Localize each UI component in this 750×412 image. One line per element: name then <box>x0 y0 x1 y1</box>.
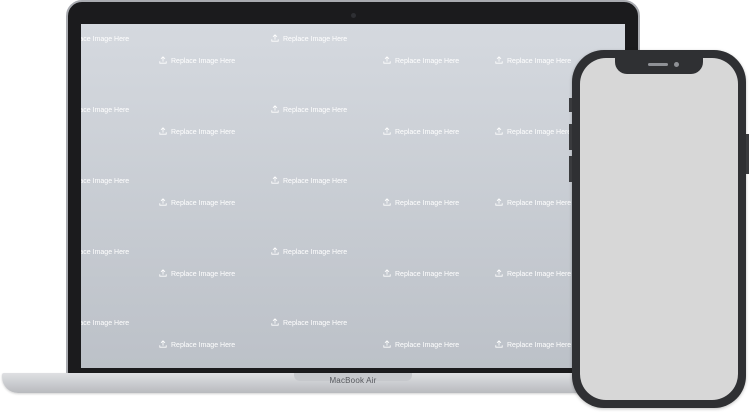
upload-icon <box>495 198 503 208</box>
upload-icon <box>159 340 167 350</box>
replace-image-placeholder: Replace Image Here <box>81 176 129 186</box>
replace-image-placeholder: Replace Image Here <box>495 269 571 279</box>
placeholder-label: Replace Image Here <box>283 106 348 114</box>
placeholder-label: Replace Image Here <box>395 128 460 136</box>
replace-image-placeholder: Replace Image Here <box>159 127 235 137</box>
upload-icon <box>271 247 279 257</box>
replace-image-placeholder: Replace Image Here <box>383 340 459 350</box>
laptop-screen: Replace Image Here Replace Image Here Repl… <box>81 24 625 368</box>
placeholder-label: Replace Image Here <box>507 199 572 207</box>
replace-image-placeholder: Replace Image Here <box>81 247 129 257</box>
upload-icon <box>495 269 503 279</box>
placeholder-label: Replace Image Here <box>171 199 236 207</box>
replace-image-placeholder: Replace Image Here <box>495 127 571 137</box>
upload-icon <box>383 269 391 279</box>
upload-icon <box>159 56 167 66</box>
placeholder-label: Replace Image Here <box>507 341 572 349</box>
replace-image-placeholder: Replace Image Here <box>271 34 347 44</box>
placeholder-label: Replace Image Here <box>395 270 460 278</box>
upload-icon <box>383 127 391 137</box>
placeholder-label: Replace Image Here <box>283 248 348 256</box>
replace-image-placeholder: Replace Image Here <box>271 176 347 186</box>
upload-icon <box>159 269 167 279</box>
replace-image-placeholder: Replace Image Here <box>159 198 235 208</box>
placeholder-label: Replace Image Here <box>507 57 572 65</box>
replace-image-placeholder: Replace Image Here <box>159 269 235 279</box>
replace-image-placeholder: Replace Image Here <box>271 247 347 257</box>
replace-image-placeholder: Replace Image Here <box>383 56 459 66</box>
upload-icon <box>383 56 391 66</box>
phone-camera <box>674 62 679 67</box>
placeholder-label: Replace Image Here <box>171 57 236 65</box>
phone-body <box>569 50 749 408</box>
replace-image-placeholder: Replace Image Here <box>159 340 235 350</box>
replace-image-placeholder: Replace Image Here <box>271 318 347 328</box>
placeholder-label: Replace Image Here <box>283 177 348 185</box>
upload-icon <box>159 127 167 137</box>
phone-speaker <box>648 63 668 66</box>
placeholder-label: Replace Image Here <box>171 341 236 349</box>
laptop-camera <box>351 13 356 18</box>
placeholder-label: Replace Image Here <box>81 35 130 43</box>
phone-volume-up-button <box>569 124 572 150</box>
phone-volume-down-button <box>569 156 572 182</box>
upload-icon <box>271 176 279 186</box>
placeholder-label: Replace Image Here <box>81 106 130 114</box>
replace-image-placeholder: Replace Image Here <box>159 56 235 66</box>
placeholder-label: Replace Image Here <box>283 35 348 43</box>
replace-image-placeholder: Replace Image Here <box>81 105 129 115</box>
upload-icon <box>271 34 279 44</box>
placeholder-label: Replace Image Here <box>171 128 236 136</box>
placeholder-label: Replace Image Here <box>395 341 460 349</box>
placeholder-label: Replace Image Here <box>507 270 572 278</box>
replace-image-placeholder: Replace Image Here <box>495 340 571 350</box>
upload-icon <box>495 56 503 66</box>
replace-image-placeholder: Replace Image Here <box>81 34 129 44</box>
placeholder-label: Replace Image Here <box>395 199 460 207</box>
replace-image-placeholder: Replace Image Here <box>383 269 459 279</box>
placeholder-label: Replace Image Here <box>283 319 348 327</box>
upload-icon <box>383 340 391 350</box>
replace-image-placeholder: Replace Image Here <box>495 198 571 208</box>
upload-icon <box>495 340 503 350</box>
placeholder-label: Replace Image Here <box>395 57 460 65</box>
replace-image-placeholder: Replace Image Here <box>81 318 129 328</box>
laptop-lid: Replace Image Here Replace Image Here Repl… <box>66 0 640 376</box>
upload-icon <box>383 198 391 208</box>
placeholder-label: Replace Image Here <box>507 128 572 136</box>
phone-power-button <box>746 134 749 174</box>
upload-icon <box>495 127 503 137</box>
placeholder-label: Replace Image Here <box>81 248 130 256</box>
phone-mute-button <box>569 98 572 112</box>
replace-image-placeholder: Replace Image Here <box>383 127 459 137</box>
replace-image-placeholder: Replace Image Here <box>495 56 571 66</box>
upload-icon <box>159 198 167 208</box>
upload-icon <box>271 318 279 328</box>
phone-notch <box>615 58 703 74</box>
placeholder-label: Replace Image Here <box>171 270 236 278</box>
replace-image-placeholder: Replace Image Here <box>271 105 347 115</box>
placeholder-label: Replace Image Here <box>81 319 130 327</box>
placeholder-label: Replace Image Here <box>81 177 130 185</box>
phone-screen <box>580 58 738 400</box>
replace-image-placeholder: Replace Image Here <box>383 198 459 208</box>
upload-icon <box>271 105 279 115</box>
